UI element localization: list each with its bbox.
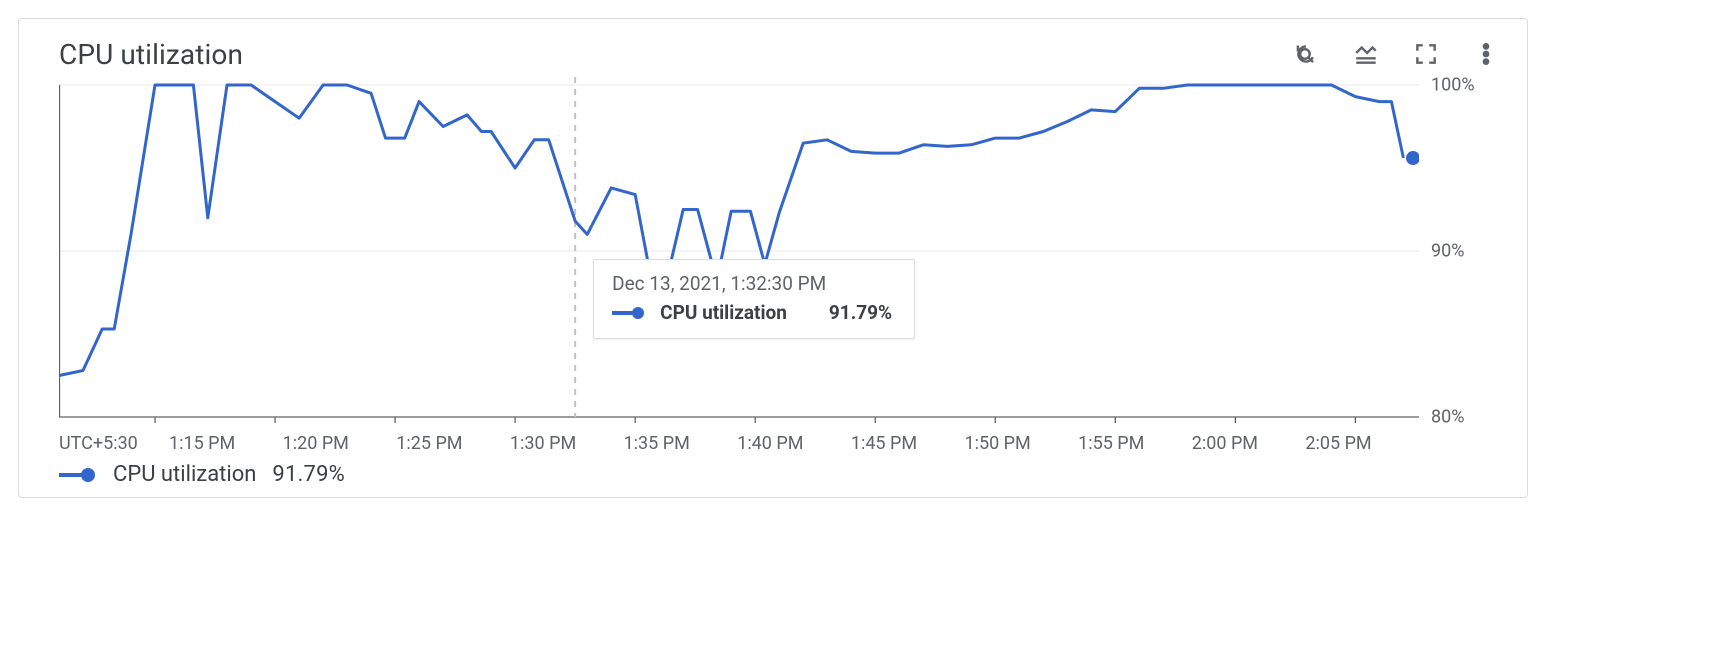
fullscreen-icon[interactable] (1409, 37, 1443, 71)
x-tick-label: 1:55 PM (1078, 433, 1192, 454)
x-tick-label: 1:40 PM (737, 433, 851, 454)
tooltip: Dec 13, 2021, 1:32:30 PM CPU utilization… (593, 259, 915, 339)
legend-toggle-icon[interactable] (1349, 37, 1383, 71)
x-axis-labels: UTC+5:301:15 PM1:20 PM1:25 PM1:30 PM1:35… (59, 433, 1419, 454)
x-tick-label: 1:15 PM (169, 433, 283, 454)
x-tick-label: 1:30 PM (510, 433, 624, 454)
legend-value: 91.79% (272, 462, 345, 487)
more-vert-icon[interactable] (1469, 37, 1503, 71)
y-axis-labels: 100% 90% 80% (1419, 77, 1487, 427)
chart-header: CPU utilization (19, 19, 1527, 77)
reset-zoom-icon[interactable] (1289, 37, 1323, 71)
chart-body: Dec 13, 2021, 1:32:30 PM CPU utilization… (19, 77, 1527, 454)
tooltip-timestamp: Dec 13, 2021, 1:32:30 PM (612, 272, 892, 295)
y-tick-label: 90% (1431, 241, 1464, 262)
series-marker-icon (59, 466, 97, 484)
x-tick-label: 1:45 PM (851, 433, 965, 454)
x-tick-label: 1:20 PM (283, 433, 397, 454)
x-tick-label: 1:35 PM (624, 433, 738, 454)
plot-area[interactable]: Dec 13, 2021, 1:32:30 PM CPU utilization… (59, 77, 1419, 427)
legend: CPU utilization 91.79% (19, 454, 1527, 487)
series-marker-icon (612, 305, 646, 321)
x-tick-label: 1:50 PM (964, 433, 1078, 454)
x-tick-label: 2:00 PM (1192, 433, 1306, 454)
chart-svg (59, 77, 1419, 427)
chart-title: CPU utilization (59, 38, 243, 71)
tooltip-series-label: CPU utilization (660, 301, 787, 324)
tooltip-value: 91.79% (829, 301, 892, 324)
y-tick-label: 80% (1431, 407, 1464, 428)
chart-toolbar (1289, 37, 1503, 71)
timezone-label: UTC+5:30 (59, 433, 169, 454)
x-tick-label: 1:25 PM (396, 433, 510, 454)
x-tick-label: 2:05 PM (1305, 433, 1419, 454)
y-tick-label: 100% (1431, 75, 1475, 96)
legend-series-label: CPU utilization (113, 462, 256, 487)
chart-card: CPU utilization Dec 13, 2021, 1:32:30 PM (18, 18, 1528, 498)
